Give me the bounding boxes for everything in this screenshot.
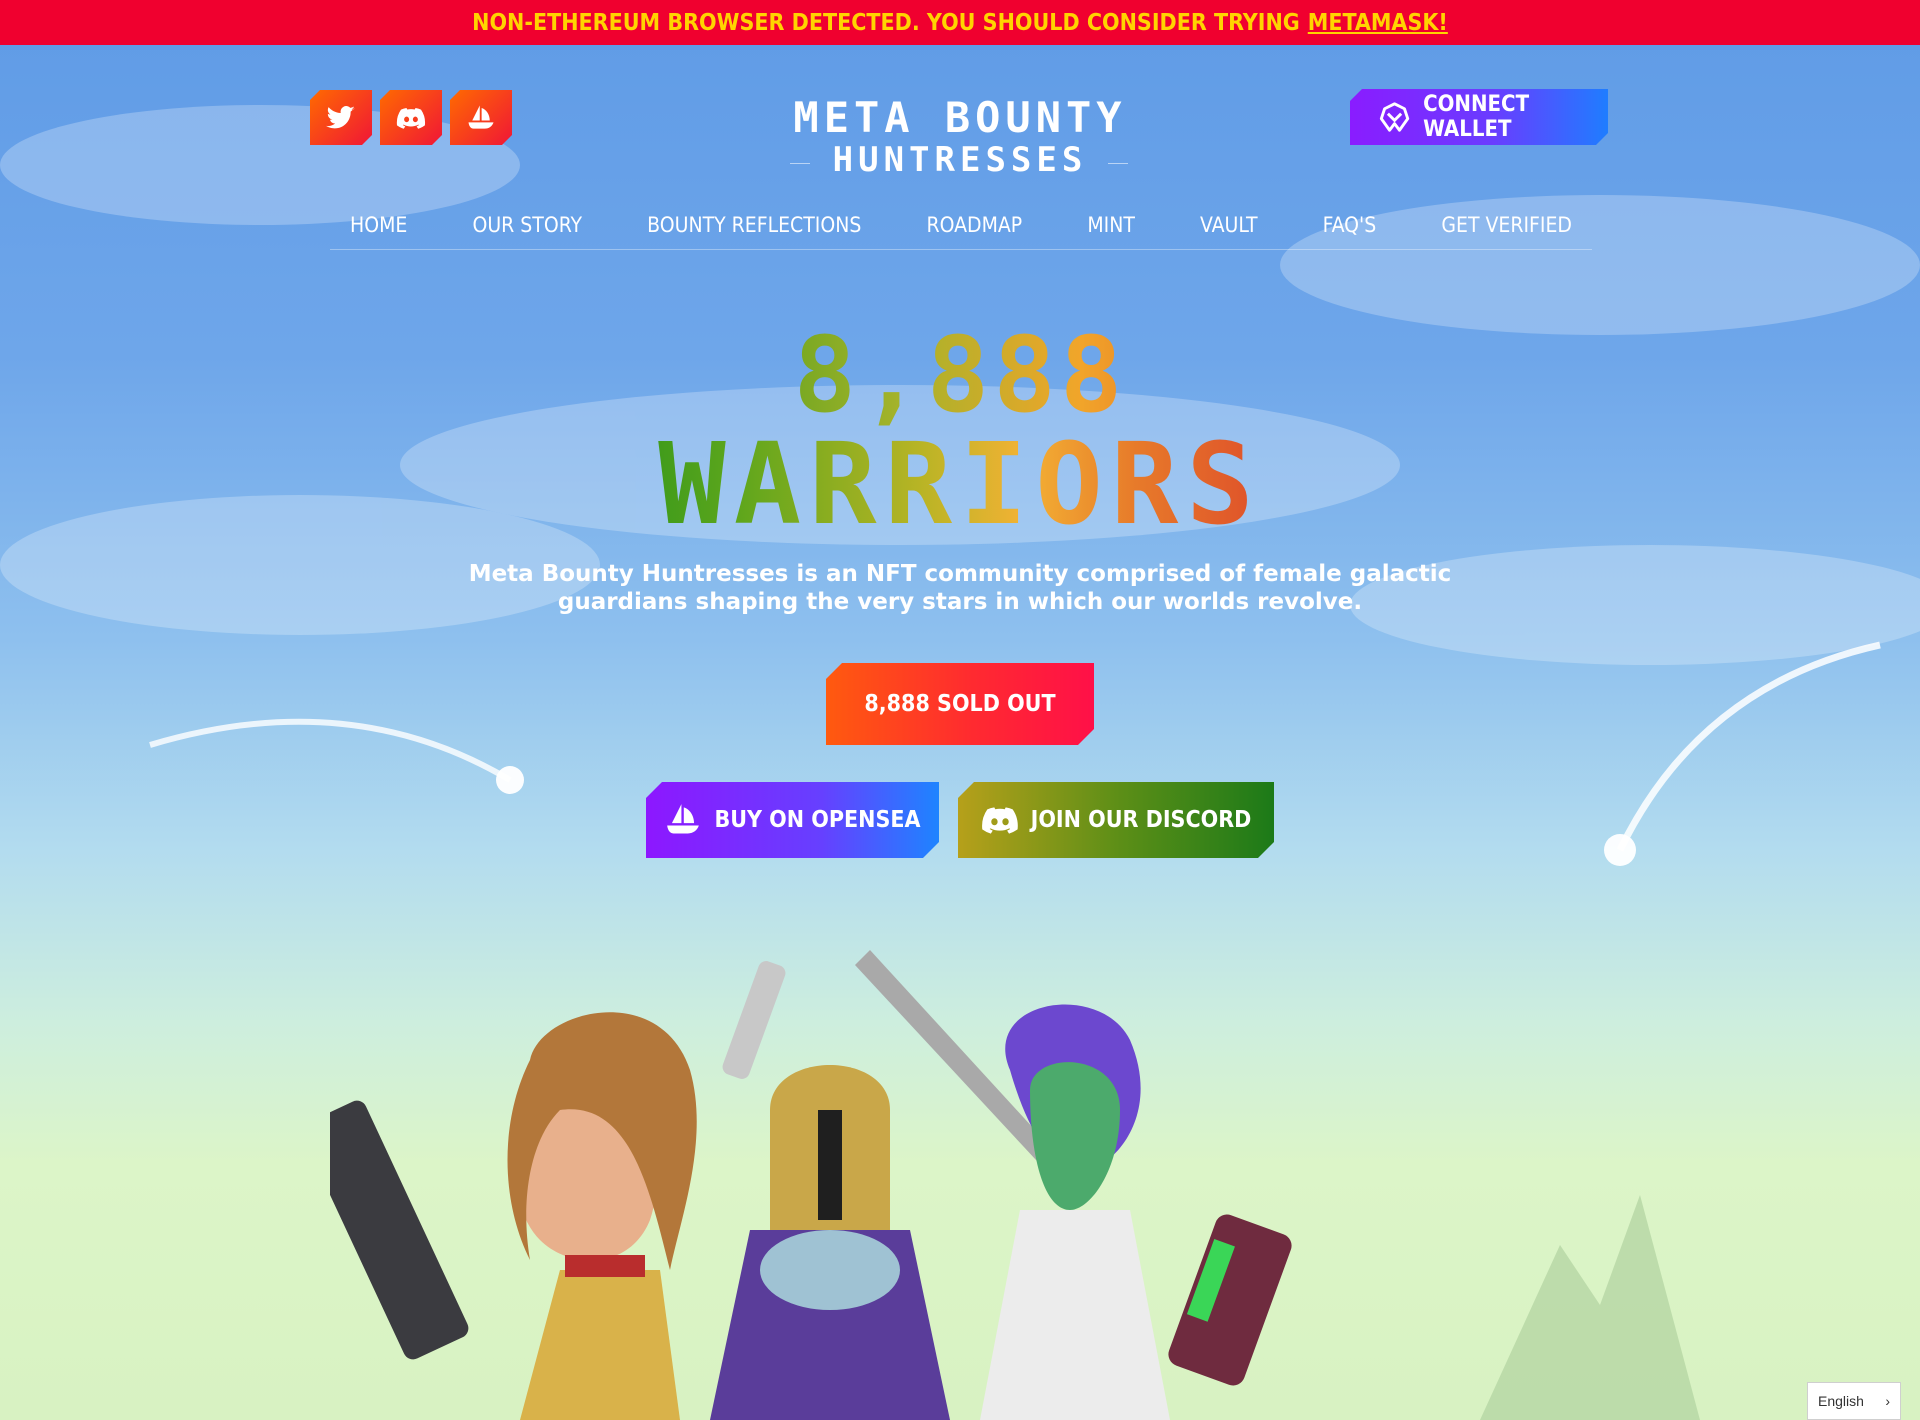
opensea-button[interactable]: [450, 90, 512, 145]
language-label: English: [1818, 1393, 1864, 1409]
discord-label: JOIN OUR DISCORD: [1030, 807, 1252, 833]
banner-text: NON-ETHEREUM BROWSER DETECTED. YOU SHOUL…: [472, 9, 1300, 36]
logo-divider-right: [1108, 163, 1128, 164]
wallet-logo-icon: [1378, 99, 1411, 135]
huntresses-illustration: [330, 950, 1292, 1420]
sold-out-label: 8,888 SOLD OUT: [864, 691, 1056, 717]
nav-our-story[interactable]: OUR STORY: [472, 213, 582, 237]
nav-get-verified[interactable]: GET VERIFIED: [1441, 213, 1572, 237]
discord-icon: [981, 801, 1019, 839]
right-warrior: [980, 1004, 1292, 1420]
hero-title: WARRIORS: [560, 425, 1360, 545]
connect-wallet-button[interactable]: CONNECT WALLET: [1350, 89, 1608, 145]
logo-line-1: META BOUNTY: [793, 93, 1127, 142]
non-ethereum-banner: NON-ETHEREUM BROWSER DETECTED. YOU SHOUL…: [0, 0, 1920, 45]
discord-button[interactable]: [380, 90, 442, 145]
chevron-right-icon: ›: [1885, 1393, 1890, 1409]
twitter-icon: [326, 103, 356, 133]
nav-faqs[interactable]: FAQ'S: [1323, 213, 1377, 237]
discord-icon: [396, 103, 426, 133]
sold-out-button[interactable]: 8,888 SOLD OUT: [826, 663, 1094, 745]
opensea-label: BUY ON OPENSEA: [714, 807, 921, 833]
opensea-icon: [466, 103, 496, 133]
opensea-icon: [664, 801, 702, 839]
left-warrior: [330, 1012, 697, 1420]
nav-mint[interactable]: MINT: [1087, 213, 1135, 237]
language-selector[interactable]: English ›: [1807, 1382, 1901, 1420]
nav-home[interactable]: HOME: [350, 213, 407, 237]
main-nav: HOME OUR STORY BOUNTY REFLECTIONS ROADMA…: [330, 200, 1592, 250]
hero-number: 8,888: [660, 320, 1260, 430]
nav-bounty-reflections[interactable]: BOUNTY REFLECTIONS: [647, 213, 861, 237]
shooting-star-right: [1616, 641, 1881, 852]
nav-vault[interactable]: VAULT: [1200, 213, 1258, 237]
join-discord-button[interactable]: JOIN OUR DISCORD: [958, 782, 1274, 858]
twitter-button[interactable]: [310, 90, 372, 145]
hero-description: Meta Bounty Huntresses is an NFT communi…: [468, 561, 1452, 615]
buy-on-opensea-button[interactable]: BUY ON OPENSEA: [646, 782, 939, 858]
nav-roadmap[interactable]: ROADMAP: [926, 213, 1022, 237]
shooting-star-left: [149, 718, 512, 783]
connect-wallet-label: CONNECT WALLET: [1423, 92, 1530, 142]
site-logo[interactable]: META BOUNTY HUNTRESSES: [790, 93, 1130, 181]
metamask-link[interactable]: METAMASK!: [1308, 10, 1448, 36]
logo-line-2: HUNTRESSES: [832, 140, 1088, 180]
social-links: [310, 90, 512, 145]
